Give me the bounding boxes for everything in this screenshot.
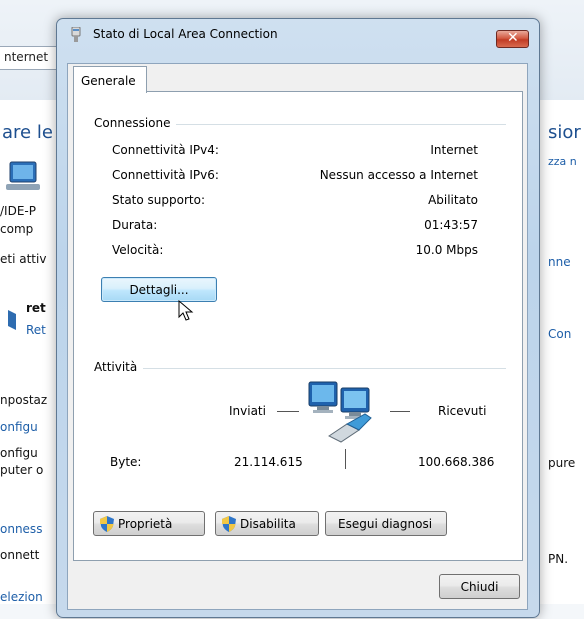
bg-link-fragment[interactable]: elezion — [0, 590, 43, 604]
close-icon: ✕ — [507, 30, 519, 46]
diagnose-button[interactable]: Esegui diagnosi — [325, 511, 447, 536]
bg-text-fragment: PN. — [548, 552, 569, 566]
bytes-label: Byte: — [110, 455, 142, 469]
duration-value: 01:43:57 — [424, 218, 478, 232]
bg-link-fragment[interactable]: nne — [548, 255, 571, 269]
bg-heading-fragment: sior — [548, 122, 581, 143]
details-button[interactable]: Dettagli... — [101, 277, 217, 302]
uac-shield-icon — [100, 516, 114, 532]
bg-text-fragment: ret — [26, 301, 46, 315]
disable-label: Disabilita — [240, 517, 296, 531]
connection-status-dialog: Stato di Local Area Connection ✕ General… — [56, 18, 540, 618]
bg-link-fragment[interactable]: Ret — [26, 323, 46, 337]
diagnose-label: Esegui diagnosi — [338, 517, 433, 531]
tab-label: Generale — [81, 74, 136, 88]
bytes-sent-value: 21.114.615 — [234, 455, 303, 469]
bg-text-fragment: pure — [548, 456, 576, 470]
bg-text-fragment: onnett — [0, 548, 40, 562]
speed-value: 10.0 Mbps — [415, 243, 478, 257]
close-button[interactable]: ✕ — [496, 30, 529, 48]
ipv6-label: Connettività IPv6: — [112, 168, 219, 182]
close-dialog-button[interactable]: Chiudi — [439, 574, 520, 599]
bg-link-fragment[interactable]: onness — [0, 522, 42, 536]
ipv4-label: Connettività IPv4: — [112, 143, 219, 157]
tab-panel-generale: Connessione Connettività IPv4: Internet … — [73, 91, 523, 561]
dialog-title: Stato di Local Area Connection — [93, 27, 278, 41]
network-icon — [8, 310, 16, 330]
computer-icon — [6, 161, 40, 190]
uac-shield-icon — [222, 516, 236, 532]
duration-label: Durata: — [112, 218, 158, 232]
bg-text-fragment: npostaz — [0, 393, 48, 407]
bytes-received-value: 100.668.386 — [418, 455, 495, 469]
bg-link-fragment[interactable]: Con — [548, 327, 571, 341]
connection-group-label: Connessione — [94, 116, 177, 130]
bg-text-fragment: puter o — [0, 463, 44, 477]
bg-text-fragment: onfigu — [0, 446, 38, 460]
network-adapter-icon — [71, 27, 81, 42]
properties-button[interactable]: Proprietà — [93, 511, 205, 536]
properties-label: Proprietà — [118, 517, 173, 531]
media-state-value: Abilitato — [428, 193, 478, 207]
ipv4-value: Internet — [430, 143, 478, 157]
bg-link-fragment[interactable]: zza n — [548, 155, 577, 168]
bytes-separator — [345, 449, 346, 469]
bg-link-fragment[interactable]: onfigu — [0, 420, 38, 434]
address-bar[interactable]: nternet — [0, 46, 61, 70]
title-bar[interactable]: Stato di Local Area Connection ✕ — [57, 19, 539, 49]
sent-dash — [277, 411, 299, 412]
network-computers-icon — [308, 381, 372, 443]
sent-label: Inviati — [229, 404, 266, 418]
media-state-label: Stato supporto: — [112, 193, 205, 207]
received-dash — [390, 411, 410, 412]
bg-text-fragment: comp — [0, 222, 34, 236]
disable-button[interactable]: Disabilita — [215, 511, 319, 536]
tab-generale[interactable]: Generale — [73, 66, 147, 93]
group-divider — [94, 368, 506, 369]
speed-label: Velocità: — [112, 243, 164, 257]
activity-group-label: Attività — [94, 360, 144, 374]
bg-text-fragment: /IDE-P — [0, 204, 36, 218]
bg-text-fragment: eti attiv — [0, 252, 47, 266]
ipv6-value: Nessun accesso a Internet — [319, 168, 478, 182]
bg-heading-fragment: are le — [2, 122, 53, 143]
address-text: nternet — [4, 50, 49, 64]
received-label: Ricevuti — [438, 404, 487, 418]
close-dialog-label: Chiudi — [460, 580, 499, 594]
details-button-label: Dettagli... — [129, 283, 189, 297]
mouse-cursor-icon — [178, 300, 194, 321]
